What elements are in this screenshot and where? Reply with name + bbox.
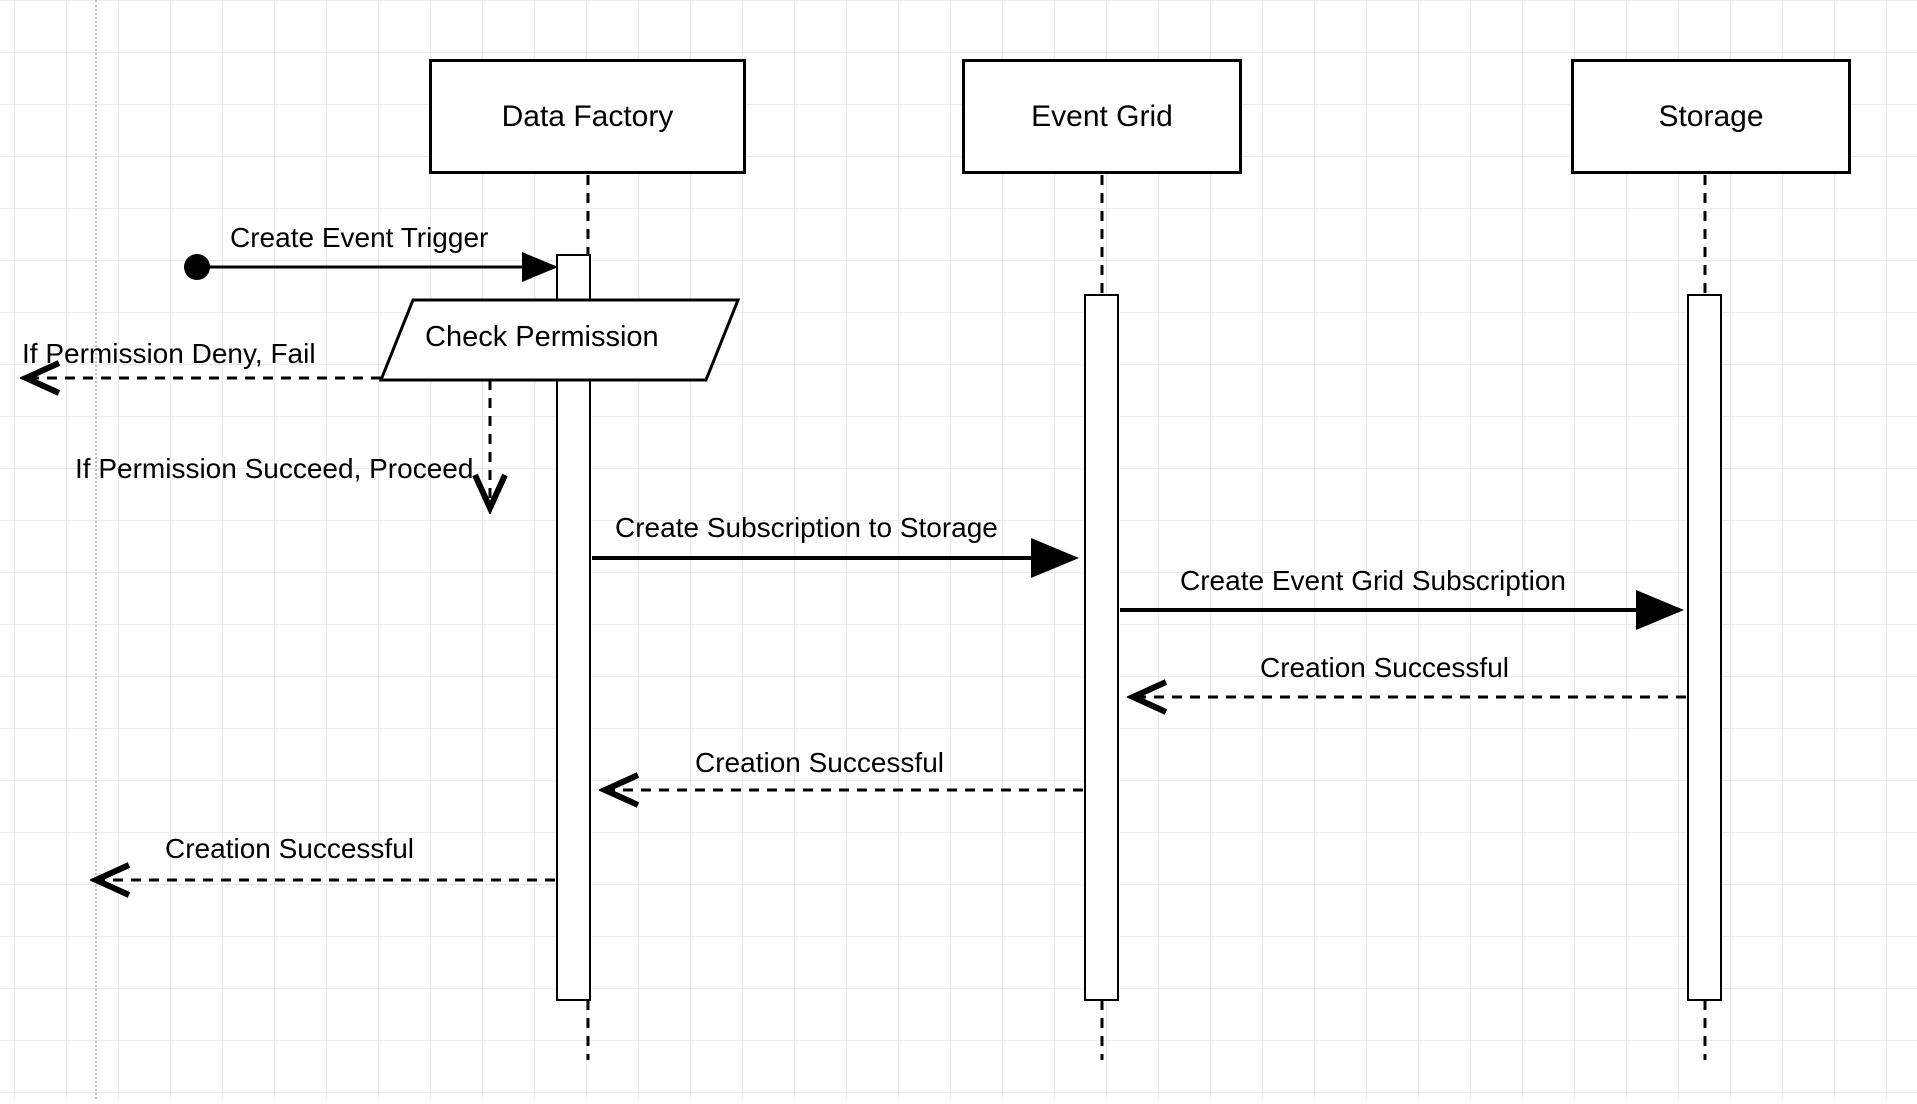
label-create-event-trigger: Create Event Trigger	[230, 222, 488, 254]
label-creation-success-3: Creation Successful	[165, 833, 414, 865]
participant-data-factory: Data Factory	[429, 59, 746, 174]
label-create-eg-subscription: Create Event Grid Subscription	[1180, 565, 1566, 597]
participant-label: Storage	[1658, 100, 1763, 134]
label-creation-success-1: Creation Successful	[1260, 652, 1509, 684]
participant-event-grid: Event Grid	[962, 59, 1242, 174]
sequence-diagram-canvas: Data Factory Event Grid Storage Create E…	[0, 0, 1917, 1099]
participant-label: Event Grid	[1031, 100, 1173, 134]
participant-label: Data Factory	[502, 100, 674, 134]
label-create-subscription: Create Subscription to Storage	[615, 512, 998, 544]
activation-bar-event-grid	[1085, 295, 1118, 1000]
label-permission-succeed: If Permission Succeed, Proceed	[75, 453, 473, 485]
label-check-permission: Check Permission	[425, 321, 659, 354]
label-creation-success-2: Creation Successful	[695, 747, 944, 779]
participant-storage: Storage	[1571, 59, 1851, 174]
activation-bar-storage	[1688, 295, 1721, 1000]
label-permission-deny: If Permission Deny, Fail	[22, 338, 316, 370]
